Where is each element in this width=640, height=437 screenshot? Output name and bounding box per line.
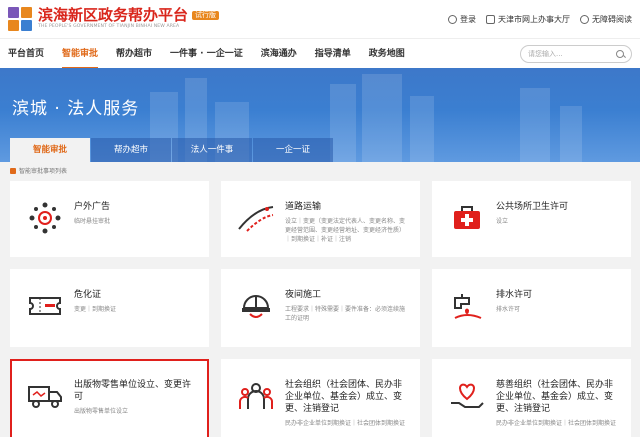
- ad-network-icon: [24, 197, 66, 239]
- site-title: 滨海新区政务帮办平台: [38, 6, 189, 25]
- site-header: 滨海新区政务帮办平台 试行版 THE PEOPLE'S GOVERNMENT O…: [0, 0, 640, 38]
- search-box[interactable]: 请您输入...: [520, 44, 632, 63]
- building-shape: [410, 96, 434, 162]
- brand[interactable]: 滨海新区政务帮办平台 试行版 THE PEOPLE'S GOVERNMENT O…: [38, 6, 220, 30]
- card-desc: 出版物零售单位设立: [74, 408, 129, 415]
- card-title: 社会组织（社会团体、民办非企业单位、基金会）成立、变更、注销登记: [285, 380, 403, 414]
- banner-tabs: 智能审批 帮办超市 法人一件事 一企一证: [10, 138, 334, 162]
- building-shape: [520, 88, 550, 162]
- nav-item-guide-list[interactable]: 指导清单: [315, 39, 351, 69]
- login-link[interactable]: 登录: [448, 14, 476, 25]
- nav-item-binhai-tongban[interactable]: 滨海通办: [261, 39, 297, 69]
- site-subtitle: THE PEOPLE'S GOVERNMENT OF TIANJIN BINHA…: [38, 24, 180, 30]
- tab-one-enterprise-one-cert[interactable]: 一企一证: [253, 138, 333, 162]
- nav-item-smart-approval[interactable]: 智能审批: [62, 39, 99, 69]
- service-card-public-health[interactable]: 公共场所卫生许可 设立: [432, 181, 631, 257]
- card-title: 道路运输: [285, 202, 322, 212]
- delivery-truck-icon: [24, 375, 66, 417]
- ticket-icon: [24, 285, 66, 327]
- card-title: 排水许可: [496, 290, 533, 300]
- first-aid-kit-icon: [446, 197, 488, 239]
- service-card-night-construction[interactable]: 夜间施工 工程要求｜特殊需要｜要件准备：必须连续施工的证明: [221, 269, 420, 347]
- breadcrumb: 智能审批事项列表: [0, 162, 640, 179]
- monitor-icon: [486, 14, 495, 24]
- list-icon: [10, 167, 16, 174]
- service-card-hazardous-chem[interactable]: 危化证 变更｜到期换证: [10, 269, 209, 347]
- user-icon: [448, 14, 457, 24]
- breadcrumb-text: 智能审批事项列表: [19, 168, 68, 175]
- faucet-icon: [446, 285, 488, 327]
- eye-icon: [580, 14, 589, 24]
- search-icon[interactable]: [616, 49, 624, 58]
- search-input[interactable]: 请您输入...: [528, 49, 563, 59]
- card-desc: 临时悬挂审批: [74, 218, 111, 225]
- trial-badge: 试行版: [192, 11, 220, 21]
- top-links: 登录 天津市网上办事大厅 无障碍阅读: [448, 14, 632, 25]
- nav-item-home[interactable]: 平台首页: [8, 39, 44, 69]
- card-title: 慈善组织（社会团体、民办非企业单位、基金会）成立、变更、注销登记: [496, 380, 614, 414]
- card-title: 夜间施工: [285, 290, 322, 300]
- service-card-charity-org[interactable]: 慈善组织（社会团体、民办非企业单位、基金会）成立、变更、注销登记 民办非企业单位…: [432, 359, 631, 437]
- banner: 滨城 · 法人服务 智能审批 帮办超市 法人一件事 一企一证: [0, 68, 640, 162]
- card-desc: 排水许可: [496, 306, 521, 313]
- nav-item-gov-map[interactable]: 政务地图: [369, 39, 405, 69]
- nav-item-one-thing[interactable]: 一件事 · 一企一证: [170, 39, 243, 69]
- accessibility-link[interactable]: 无障碍阅读: [580, 14, 632, 25]
- card-desc: 工程要求｜特殊需要｜要件准备：必须连续施工的证明: [285, 306, 406, 322]
- service-card-road-transport[interactable]: 道路运输 设立｜变更（变更法定代表人、变更名称、变更经营范围、变更经营地址、变更…: [221, 181, 420, 257]
- card-title: 危化证: [74, 290, 102, 300]
- logo-icon: [8, 7, 32, 31]
- service-card-social-org[interactable]: 社会组织（社会团体、民办非企业单位、基金会）成立、变更、注销登记 民办非企业单位…: [221, 359, 420, 437]
- card-desc: 变更｜到期换证: [74, 306, 117, 313]
- tab-help-market[interactable]: 帮办超市: [91, 138, 171, 162]
- group-icon: [235, 375, 277, 417]
- building-shape: [362, 74, 402, 162]
- card-desc: 设立｜变更（变更法定代表人、变更名称、变更经营范围、变更经营地址、变更经济性质）…: [285, 218, 406, 243]
- card-title: 公共场所卫生许可: [496, 202, 569, 212]
- service-card-drainage[interactable]: 排水许可 排水许可: [432, 269, 631, 347]
- tab-legal-one-thing[interactable]: 法人一件事: [172, 138, 252, 162]
- card-title: 户外广告: [74, 202, 111, 212]
- service-card-outdoor-ad[interactable]: 户外广告 临时悬挂审批: [10, 181, 209, 257]
- service-grid: 户外广告 临时悬挂审批 道路运输 设立｜变更（变更法定代表人、变更名称、变更经营…: [10, 181, 631, 437]
- banner-title: 滨城 · 法人服务: [12, 99, 140, 119]
- building-shape: [560, 106, 582, 162]
- heart-hand-icon: [446, 375, 488, 417]
- page: { "header": { "title": "滨海新区政务帮办平台", "ba…: [0, 0, 640, 437]
- card-title: 出版物零售单位设立、变更许可: [74, 380, 192, 402]
- service-card-publication-retail[interactable]: 出版物零售单位设立、变更许可 出版物零售单位设立: [10, 359, 209, 437]
- card-desc: 民办非企业单位到期换证｜社会团体到期换证: [496, 420, 617, 427]
- road-icon: [235, 197, 277, 239]
- card-desc: 设立: [496, 218, 509, 225]
- main-nav: 平台首页 智能审批 帮办超市 一件事 · 一企一证 滨海通办 指导清单 政务地图…: [0, 38, 640, 69]
- hard-hat-icon: [235, 285, 277, 327]
- card-desc: 民办非企业单位到期换证｜社会团体到期换证: [285, 420, 406, 427]
- service-hall-link[interactable]: 天津市网上办事大厅: [486, 14, 570, 25]
- nav-item-help-market[interactable]: 帮办超市: [116, 39, 152, 69]
- tab-smart-approval[interactable]: 智能审批: [10, 138, 90, 162]
